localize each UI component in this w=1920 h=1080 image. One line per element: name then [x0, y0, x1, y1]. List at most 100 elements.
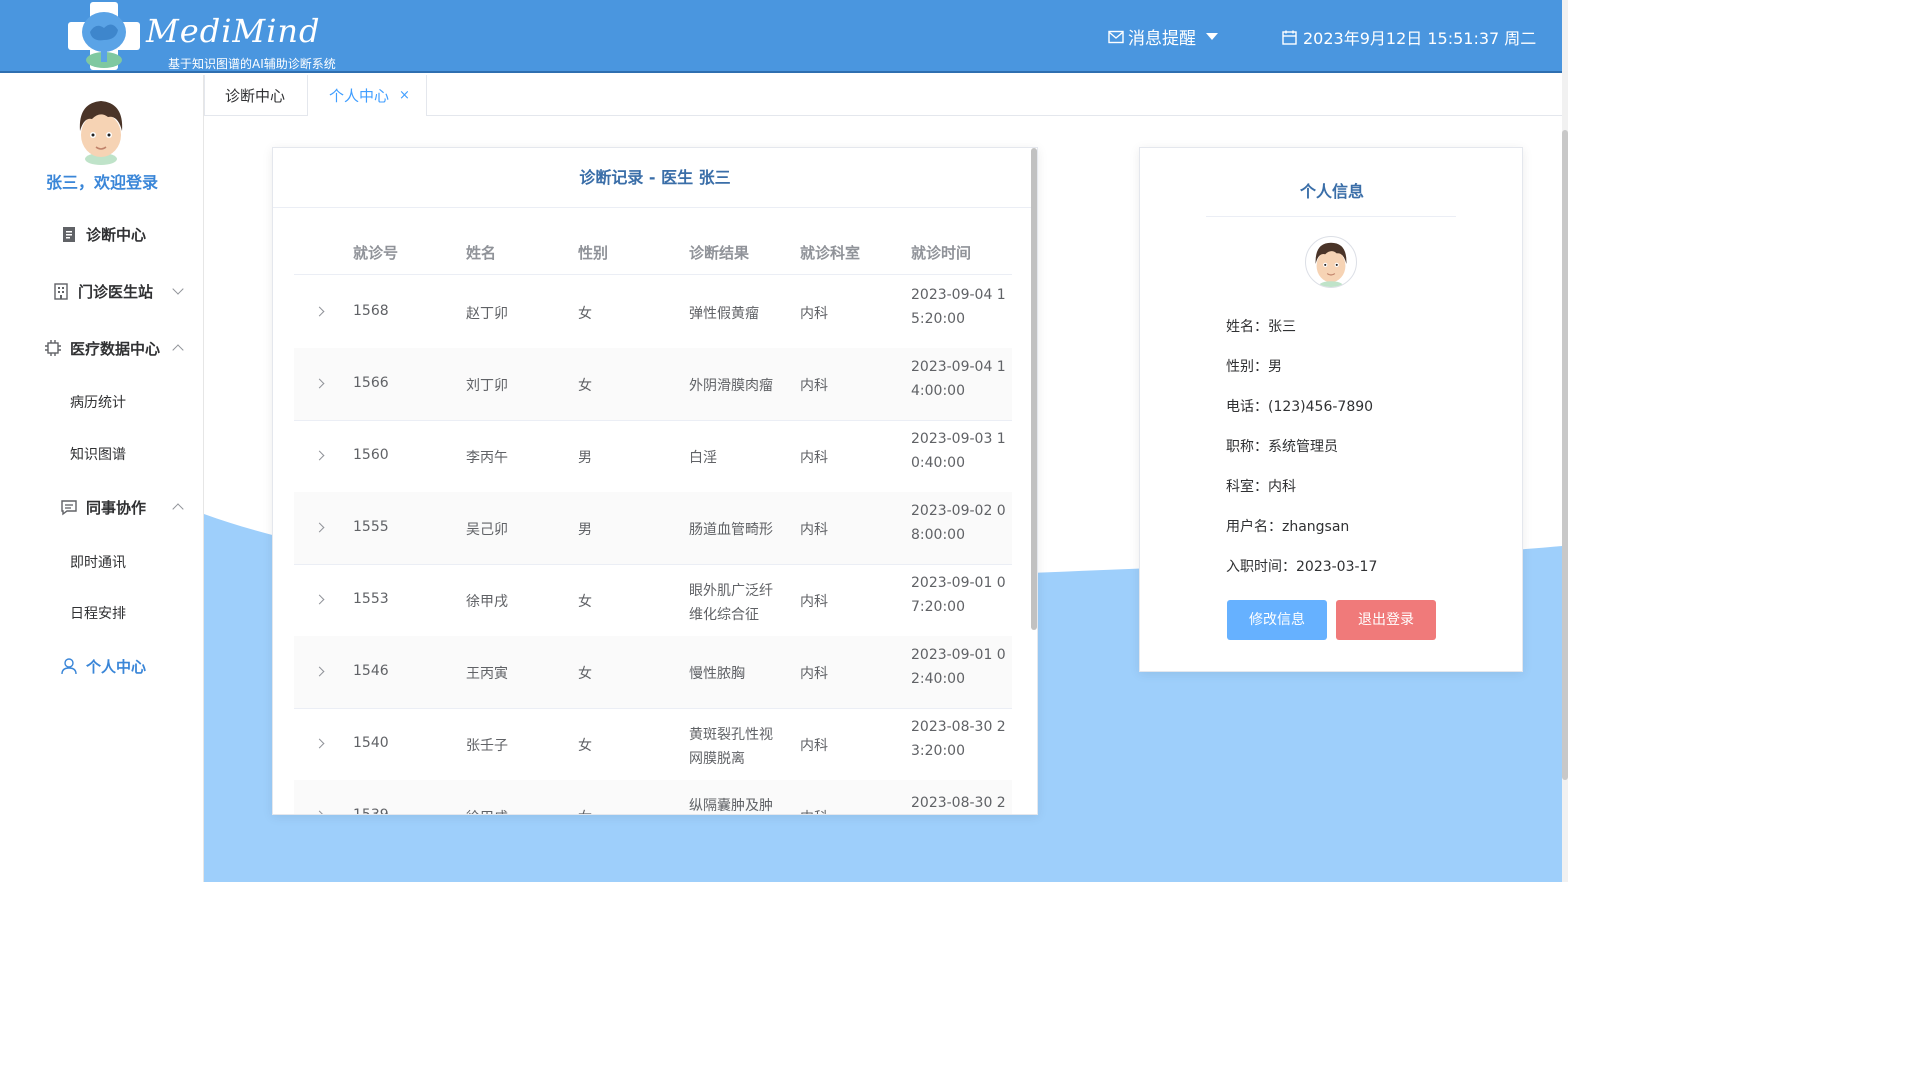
expand-row-icon[interactable]: [314, 810, 325, 814]
cell-name: 徐甲戌: [466, 807, 508, 814]
profile-name: 姓名：张三: [1226, 319, 1296, 335]
table-row[interactable]: 1539 徐甲戌 女 纵隔囊肿及肿 内科 2023-08-30 2: [294, 780, 1012, 815]
close-icon[interactable]: ×: [399, 88, 410, 103]
profile-gender: 性别：男: [1226, 359, 1282, 375]
sidebar-item-diagnosis-center[interactable]: 诊断中心: [0, 214, 204, 254]
expand-row-icon[interactable]: [314, 666, 325, 677]
cell-time: 2023-09-04 1: [911, 359, 1006, 375]
sidebar-item-label: 医疗数据中心: [70, 339, 161, 358]
cell-time: 2023-09-01 0: [911, 647, 1006, 663]
cell-id: 1566: [353, 375, 389, 391]
cell-name: 徐甲戌: [466, 594, 508, 610]
sidebar-item-records-stats[interactable]: 病历统计: [70, 392, 126, 412]
table-row[interactable]: 1568 赵丁卯 女 弹性假黄瘤 内科 2023-09-04 1 5:20:00: [294, 276, 1012, 349]
cell-dept: 内科: [800, 450, 828, 466]
cell-time: 3:20:00: [911, 743, 965, 759]
expand-row-icon[interactable]: [314, 522, 325, 533]
table-row[interactable]: 1560 李丙午 男 白淫 内科 2023-09-03 1 0:40:00: [294, 420, 1012, 493]
cell-time: 4:00:00: [911, 383, 965, 399]
profile-username: 用户名：zhangsan: [1226, 519, 1350, 535]
column-header: 就诊号: [353, 244, 399, 262]
cell-result: 慢性脓胸: [689, 666, 745, 682]
cell-time: 2:40:00: [911, 671, 965, 687]
cell-time: 2023-09-04 1: [911, 287, 1006, 303]
clipboard-icon: [63, 227, 75, 242]
tab-label: 诊断中心: [225, 87, 286, 105]
cell-gender: 男: [578, 522, 592, 538]
profile-position: 职称：系统管理员: [1226, 439, 1338, 455]
cell-time: 2023-09-03 1: [911, 431, 1006, 447]
messages-dropdown[interactable]: 消息提醒: [1108, 24, 1218, 49]
cell-dept: 内科: [800, 306, 828, 322]
page-scrollbar-thumb[interactable]: [1562, 130, 1568, 780]
records-scrollbar[interactable]: [1031, 148, 1037, 630]
table-row[interactable]: 1555 吴己卯 男 肠道血管畸形 内科 2023-09-02 0 8:00:0…: [294, 492, 1012, 565]
chip-icon: [45, 340, 61, 356]
expand-row-icon[interactable]: [314, 594, 325, 605]
sidebar: 张三，欢迎登录 诊断中心 门诊医生站 医疗数据中心 病历统计 知识图谱 同事协作…: [0, 75, 204, 882]
app-subtitle: 基于知识图谱的AI辅助诊断系统: [168, 57, 336, 71]
cell-gender: 女: [578, 738, 592, 754]
tab-personal-center[interactable]: 个人中心 ×: [308, 75, 427, 117]
building-icon: [54, 283, 68, 300]
user-avatar: [79, 101, 123, 165]
tab-diagnosis-center[interactable]: 诊断中心: [204, 75, 308, 116]
expand-row-icon[interactable]: [314, 738, 325, 749]
cell-id: 1560: [353, 447, 389, 463]
cell-name: 吴己卯: [466, 522, 508, 538]
cell-gender: 女: [578, 807, 592, 814]
cell-time: 5:20:00: [911, 311, 965, 327]
user-avatar: [1305, 236, 1357, 288]
cell-dept: 内科: [800, 522, 828, 538]
sidebar-item-personal-center[interactable]: 个人中心: [0, 646, 204, 686]
cell-time: 2023-08-30 2: [911, 795, 1006, 811]
sidebar-item-outpatient[interactable]: 门诊医生站: [0, 271, 204, 311]
sidebar-item-medical-data[interactable]: 医疗数据中心: [0, 328, 204, 368]
expand-row-icon[interactable]: [314, 306, 325, 317]
cell-id: 1546: [353, 663, 389, 679]
sidebar-item-label: 门诊医生站: [78, 282, 154, 301]
cell-id: 1539: [353, 807, 389, 815]
chevron-up-icon: [172, 344, 184, 356]
divider: [1206, 216, 1456, 217]
cell-time: 0:40:00: [911, 455, 965, 471]
column-header: 姓名: [466, 244, 497, 262]
cell-id: 1540: [353, 735, 389, 751]
cell-time: 7:20:00: [911, 599, 965, 615]
expand-row-icon[interactable]: [314, 378, 325, 389]
mail-icon: [1108, 30, 1124, 43]
cell-gender: 男: [578, 450, 592, 466]
chevron-down-icon: [172, 283, 184, 295]
cell-name: 王丙寅: [466, 666, 508, 682]
cell-time: 2023-09-02 0: [911, 503, 1006, 519]
sidebar-item-knowledge-graph[interactable]: 知识图谱: [70, 444, 126, 464]
profile-title: 个人信息: [1299, 182, 1364, 201]
cell-result: 眼外肌广泛纤维化综合征: [689, 583, 773, 623]
cell-name: 刘丁卯: [466, 378, 508, 394]
edit-info-button[interactable]: 修改信息: [1227, 600, 1327, 640]
messages-label: 消息提醒: [1128, 29, 1196, 49]
cell-dept: 内科: [800, 594, 828, 610]
app-name: MediMind: [146, 12, 321, 50]
sidebar-item-schedule[interactable]: 日程安排: [70, 603, 126, 623]
table-row[interactable]: 1553 徐甲戌 女 眼外肌广泛纤维化综合征 内科 2023-09-01 0 7…: [294, 564, 1012, 637]
table-row[interactable]: 1540 张壬子 女 黄斑裂孔性视网膜脱离 内科 2023-08-30 2 3:…: [294, 708, 1012, 781]
table-row[interactable]: 1546 王丙寅 女 慢性脓胸 内科 2023-09-01 0 2:40:00: [294, 636, 1012, 709]
cell-id: 1553: [353, 591, 389, 607]
logout-button[interactable]: 退出登录: [1336, 600, 1436, 640]
sidebar-item-collaboration[interactable]: 同事协作: [0, 487, 204, 527]
cell-time: 8:00:00: [911, 527, 965, 543]
sidebar-item-instant-messaging[interactable]: 即时通讯: [70, 552, 126, 572]
calendar-icon: [1282, 30, 1297, 45]
tab-label: 个人中心: [329, 87, 390, 105]
cell-result: 纵隔囊肿及肿: [689, 798, 773, 814]
cell-result: 白淫: [689, 450, 717, 466]
personal-info-card: 个人信息 姓名：张三 性别：男 电话：(123)456-7890 职称：系统管理…: [1139, 147, 1523, 672]
welcome-text: 张三，欢迎登录: [45, 173, 158, 192]
cell-name: 李丙午: [466, 450, 508, 466]
cell-id: 1555: [353, 519, 389, 535]
cell-name: 张壬子: [466, 738, 508, 754]
sidebar-item-label: 诊断中心: [86, 225, 147, 244]
expand-row-icon[interactable]: [314, 450, 325, 461]
table-row[interactable]: 1566 刘丁卯 女 外阴滑膜肉瘤 内科 2023-09-04 1 4:00:0…: [294, 348, 1012, 421]
